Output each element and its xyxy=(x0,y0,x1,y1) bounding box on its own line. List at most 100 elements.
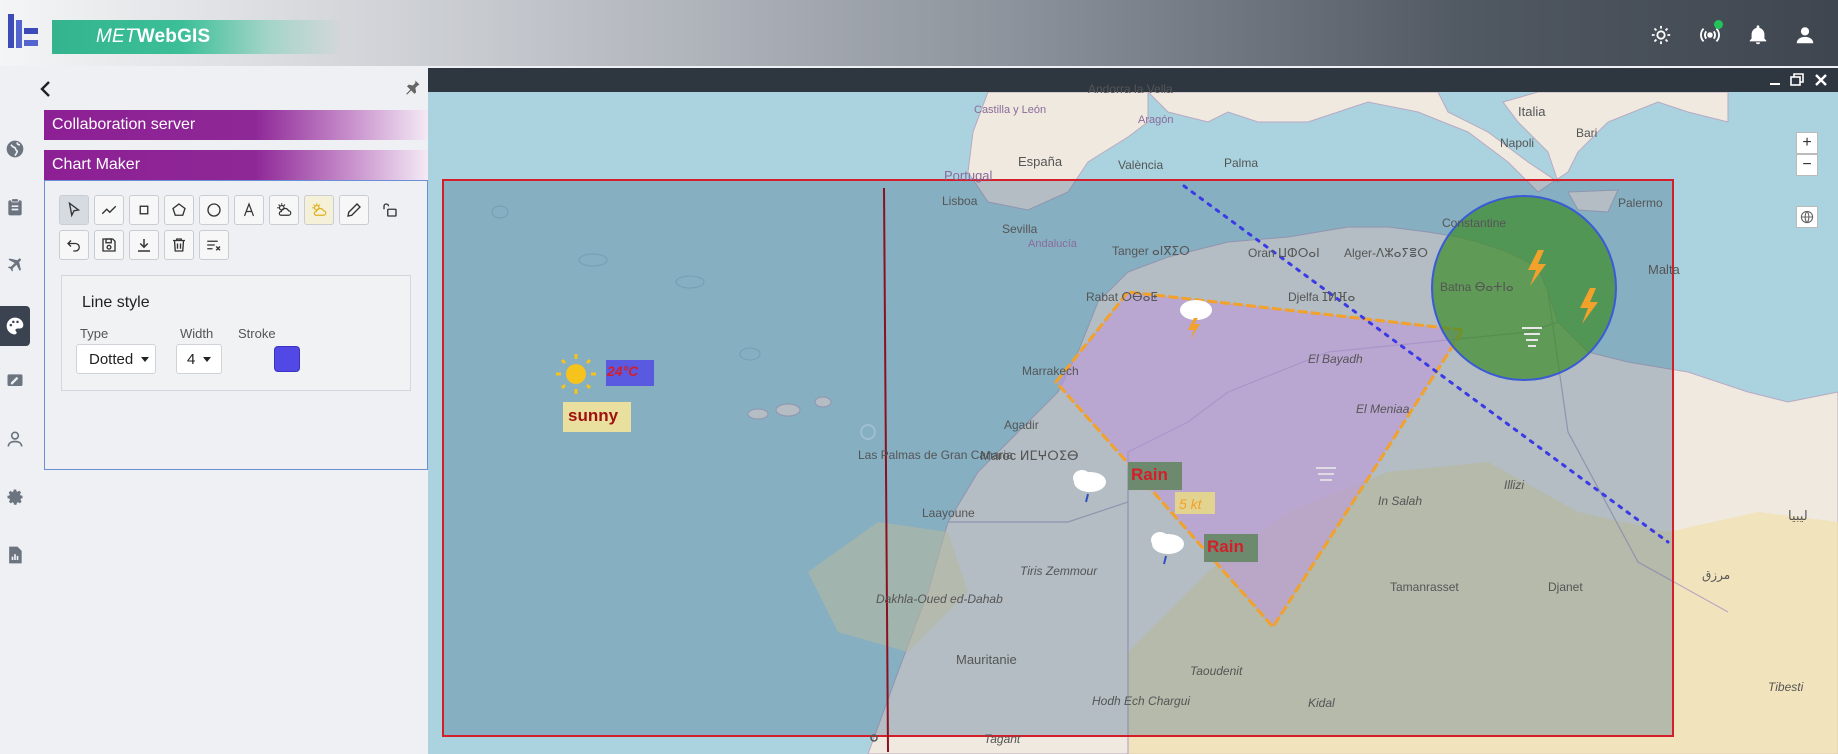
label-el-bayadh: El Bayadh xyxy=(1308,352,1363,366)
palette-icon[interactable] xyxy=(0,306,30,346)
section-collaboration-server[interactable]: Collaboration server xyxy=(44,110,428,140)
label-castilla: Castilla y León xyxy=(974,104,1047,116)
status-dot xyxy=(1714,20,1723,29)
label-las-palmas: Las Palmas de Gran Canaria xyxy=(858,448,1013,462)
label-bari: Bari xyxy=(1576,126,1598,140)
weather-cloud-sun-icon[interactable] xyxy=(304,195,334,225)
rectangle-icon[interactable] xyxy=(129,195,159,225)
label-espana: España xyxy=(1018,154,1063,169)
layers-globe-icon[interactable] xyxy=(1796,206,1818,228)
minimize-icon[interactable] xyxy=(1766,71,1784,89)
label-palermo: Palermo xyxy=(1618,196,1663,210)
edit-chart-icon[interactable] xyxy=(0,364,30,398)
label-tamanrasset: Tamanrasset xyxy=(1390,580,1459,594)
stroke-color-swatch[interactable] xyxy=(274,346,300,372)
label-laayoune: Laayoune xyxy=(922,506,975,520)
clear-all-icon[interactable] xyxy=(199,230,229,260)
label-andorra: Andorra la Vella xyxy=(1088,82,1173,96)
line-style-card: Line style Type Width Stroke Dotted 4 xyxy=(61,275,411,391)
label-malta: Malta xyxy=(1648,262,1680,277)
label-italia: Italia xyxy=(1518,104,1546,119)
map-canvas[interactable] xyxy=(428,92,1838,754)
app-logo-icon xyxy=(6,12,40,52)
circle-icon[interactable] xyxy=(199,195,229,225)
label-libya: ليبيا xyxy=(1788,508,1808,523)
side-panel: Collaboration server Chart Maker Line st… xyxy=(30,66,428,754)
brand-webgis: WebGIS xyxy=(136,26,211,47)
line-type-select[interactable]: Dotted xyxy=(76,344,156,374)
collapse-panel-icon[interactable] xyxy=(36,78,56,100)
zoom-in-button[interactable]: + xyxy=(1796,132,1818,154)
label-tiris: Tiris Zemmour xyxy=(1020,564,1098,578)
select-pointer-icon[interactable] xyxy=(59,195,89,225)
report-chart-icon[interactable] xyxy=(0,538,30,572)
person-icon[interactable] xyxy=(0,422,30,456)
airplane-icon[interactable] xyxy=(0,248,30,282)
restore-window-icon[interactable] xyxy=(1788,71,1806,89)
label-djanet: Djanet xyxy=(1548,580,1583,594)
label-dakhla: Dakhla-Oued ed-Dahab xyxy=(876,592,1003,606)
close-icon[interactable] xyxy=(1812,71,1830,89)
label-oran: Oran ⵡⵀⵔⴰⵏ xyxy=(1248,246,1320,260)
polygon-icon[interactable] xyxy=(164,195,194,225)
pin-icon[interactable] xyxy=(402,78,422,100)
unlock-icon[interactable] xyxy=(375,195,405,225)
label-tanger: Tanger ⴰⵏⴳⵉⵔ xyxy=(1112,244,1190,258)
sunny-label[interactable]: sunny xyxy=(568,406,618,426)
temperature-label[interactable]: 24°C xyxy=(607,363,638,379)
top-bar: METWebGIS xyxy=(0,0,1838,66)
download-icon[interactable] xyxy=(129,230,159,260)
user-account-icon[interactable] xyxy=(1792,22,1818,48)
width-label: Width xyxy=(180,326,214,341)
rain-label-1[interactable]: Rain xyxy=(1131,465,1168,485)
line-width-value: 4 xyxy=(187,350,196,368)
brand-banner: METWebGIS xyxy=(52,20,342,54)
trash-icon[interactable] xyxy=(164,230,194,260)
label-valencia: València xyxy=(1118,158,1164,172)
left-rail xyxy=(0,66,30,754)
wind-speed-label[interactable]: 5 kt xyxy=(1179,496,1202,512)
line-width-select[interactable]: 4 xyxy=(176,344,222,374)
label-palma: Palma xyxy=(1224,156,1259,170)
section-chart-maker[interactable]: Chart Maker xyxy=(44,150,428,180)
label-in-salah: In Salah xyxy=(1378,494,1423,508)
polyline-icon[interactable] xyxy=(94,195,124,225)
label-alger: Alger-ⴷⵣⴰⵢⴻⵔ xyxy=(1344,246,1428,260)
type-label: Type xyxy=(80,326,109,341)
stroke-label: Stroke xyxy=(238,326,276,341)
chart-maker-panel: Line style Type Width Stroke Dotted 4 xyxy=(44,180,428,470)
map-window[interactable]: Andorra la Vella Italia Napoli Bari Arag… xyxy=(428,68,1838,754)
undo-icon[interactable] xyxy=(59,230,89,260)
label-sevilla: Sevilla xyxy=(1002,222,1038,236)
label-constantine: Constantine xyxy=(1442,216,1507,230)
clipboard-icon[interactable] xyxy=(0,190,30,224)
label-marrakech: Marrakech xyxy=(1022,364,1079,378)
weather-symbol-icon[interactable] xyxy=(269,195,299,225)
brand-met: MET xyxy=(96,26,137,47)
label-lisboa: Lisboa xyxy=(942,194,978,208)
rain-label-2[interactable]: Rain xyxy=(1207,537,1244,557)
pencil-icon[interactable] xyxy=(339,195,369,225)
label-mauritanie: Mauritanie xyxy=(956,652,1017,667)
label-andalucia: Andalucía xyxy=(1028,238,1077,250)
broadcast-icon[interactable] xyxy=(1697,20,1723,48)
line-style-title: Line style xyxy=(82,294,150,311)
label-tagant: Tagant xyxy=(984,732,1021,746)
label-rabat: Rabat ⵔⴱⴰⵟ xyxy=(1086,290,1158,304)
settings-gear-icon[interactable] xyxy=(0,480,30,514)
notifications-bell-icon[interactable] xyxy=(1745,22,1771,48)
chevron-down-icon xyxy=(203,356,212,362)
text-tool-icon[interactable] xyxy=(234,195,264,225)
zoom-out-button[interactable]: − xyxy=(1796,154,1818,176)
app-title: METWebGIS xyxy=(96,26,210,48)
label-hodh: Hodh Ech Chargui xyxy=(1092,694,1191,708)
label-taoudenit: Taoudenit xyxy=(1190,664,1243,678)
save-icon[interactable] xyxy=(94,230,124,260)
theme-sun-icon[interactable] xyxy=(1648,22,1674,48)
label-djelfa: Djelfa ⵊⵍⴼⴰ xyxy=(1288,290,1356,304)
label-batna: Batna ⴱⴰⵜⵏⴰ xyxy=(1440,280,1514,294)
label-murzuq: مرزق xyxy=(1702,568,1731,582)
chevron-down-icon xyxy=(141,356,150,362)
globe-icon[interactable] xyxy=(0,132,30,166)
label-kidal: Kidal xyxy=(1308,696,1335,710)
